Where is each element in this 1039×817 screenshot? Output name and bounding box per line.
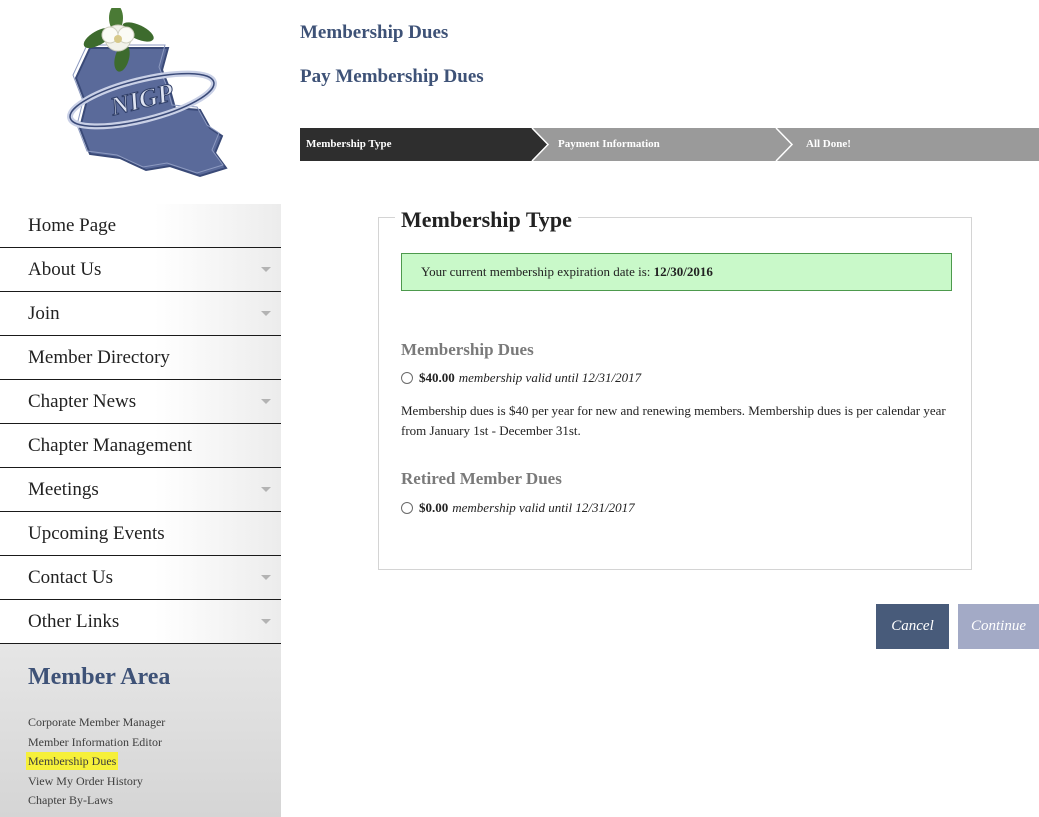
- member-link-member-information-editor[interactable]: Member Information Editor: [28, 733, 281, 753]
- nav-item-label: Contact Us: [28, 566, 113, 588]
- notice-text: Your current membership expiration date …: [421, 264, 654, 279]
- nav-item-label: About Us: [28, 258, 102, 280]
- page-title: Membership Dues: [300, 22, 449, 43]
- chevron-down-icon[interactable]: [261, 311, 271, 316]
- step-payment-information: Payment Information: [558, 138, 660, 150]
- chevron-down-icon[interactable]: [261, 575, 271, 580]
- steps-background: [300, 127, 1039, 162]
- page-subtitle: Pay Membership Dues: [300, 66, 484, 87]
- chevron-down-icon[interactable]: [261, 487, 271, 492]
- section-title-membership-dues: Membership Dues: [401, 340, 534, 359]
- chevron-down-icon[interactable]: [261, 619, 271, 624]
- continue-button[interactable]: Continue: [958, 604, 1039, 649]
- member-link-view-my-order-history[interactable]: View My Order History: [28, 772, 281, 792]
- membership-type-fieldset: Membership Type Your current membership …: [378, 207, 972, 570]
- option-membership-dues[interactable]: $40.00 membership valid until 12/31/2017: [401, 370, 641, 386]
- member-link-chapter-by-laws[interactable]: Chapter By-Laws: [28, 791, 281, 811]
- expiration-notice: Your current membership expiration date …: [401, 253, 952, 291]
- membership-dues-description: Membership dues is $40 per year for new …: [401, 403, 946, 438]
- nav-item-other-links[interactable]: Other Links: [0, 600, 281, 644]
- nav-item-chapter-news[interactable]: Chapter News: [0, 380, 281, 424]
- member-link-membership-dues[interactable]: Membership Dues: [28, 752, 281, 772]
- nav-item-label: Meetings: [28, 478, 99, 500]
- nav-item-label: Upcoming Events: [28, 522, 165, 544]
- nav-item-label: Home Page: [28, 214, 117, 236]
- member-area-title: Member Area: [28, 664, 171, 690]
- notice-date: 12/30/2016: [653, 264, 713, 279]
- section-title-retired-member-dues: Retired Member Dues: [401, 469, 562, 488]
- nav-item-label: Member Directory: [28, 346, 170, 368]
- nav-item-label: Join: [28, 302, 60, 324]
- main-content: Membership Dues Pay Membership Dues Memb…: [300, 0, 1039, 817]
- progress-steps: Membership Type Payment Information All …: [300, 127, 1039, 162]
- nav-item-label: Chapter Management: [28, 434, 193, 456]
- logo-image: NIGP: [67, 5, 228, 178]
- radio-retired-member-dues[interactable]: [401, 502, 413, 514]
- member-area: Member Area Corporate Member Manager Mem…: [0, 644, 281, 817]
- nav-item-label: Other Links: [28, 610, 120, 632]
- option-validity: membership valid until 12/31/2017: [452, 500, 635, 515]
- nav-item-label: Chapter News: [28, 390, 137, 412]
- nav-item-join[interactable]: Join: [0, 292, 281, 336]
- member-link-corporate-member-manager[interactable]: Corporate Member Manager: [28, 713, 281, 733]
- option-retired-member-dues[interactable]: $0.00 membership valid until 12/31/2017: [401, 500, 635, 516]
- step-membership-type: Membership Type: [306, 138, 392, 150]
- nav-item-about-us[interactable]: About Us: [0, 248, 281, 292]
- sidebar: NIGP Home Page About Us Join Member Directo…: [0, 0, 281, 817]
- nav-item-chapter-management[interactable]: Chapter Management: [0, 424, 281, 468]
- nav-item-member-directory[interactable]: Member Directory: [0, 336, 281, 380]
- cancel-button[interactable]: Cancel: [876, 604, 949, 649]
- chevron-down-icon[interactable]: [261, 267, 271, 272]
- chevron-down-icon[interactable]: [261, 399, 271, 404]
- nigp-logo[interactable]: NIGP: [50, 5, 232, 180]
- nav-item-upcoming-events[interactable]: Upcoming Events: [0, 512, 281, 556]
- option-price: $40.00: [419, 370, 455, 385]
- nav-item-contact-us[interactable]: Contact Us: [0, 556, 281, 600]
- step-all-done: All Done!: [806, 138, 851, 150]
- fieldset-legend: Membership Type: [395, 207, 578, 233]
- nav-item-home-page[interactable]: Home Page: [0, 204, 281, 248]
- nav-item-meetings[interactable]: Meetings: [0, 468, 281, 512]
- radio-membership-dues[interactable]: [401, 372, 413, 384]
- main-nav: Home Page About Us Join Member Directory Cha…: [0, 204, 281, 644]
- option-price: $0.00: [419, 500, 449, 515]
- option-validity: membership valid until 12/31/2017: [458, 370, 642, 385]
